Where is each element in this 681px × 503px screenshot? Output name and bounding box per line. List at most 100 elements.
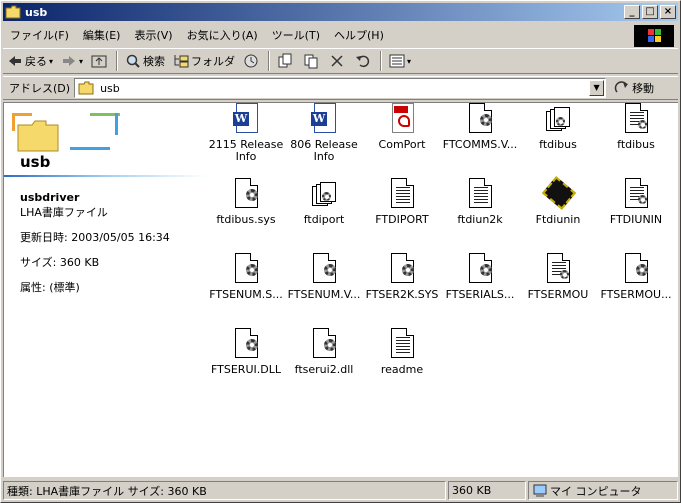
search-button[interactable]: 検索 xyxy=(121,50,169,72)
undo-icon xyxy=(355,53,371,69)
folder-view: usb usbdriver LHA書庫ファイル 更新日時: 2003/05/05… xyxy=(3,102,678,477)
undo-button[interactable] xyxy=(351,50,377,72)
web-view-panel: usb usbdriver LHA書庫ファイル 更新日時: 2003/05/05… xyxy=(4,103,207,477)
file-item[interactable]: ftdibus xyxy=(597,103,675,151)
file-item[interactable]: W 806 Release Info xyxy=(285,103,363,163)
menu-tools[interactable]: ツール(T) xyxy=(265,27,327,43)
folder-icon xyxy=(78,80,94,96)
file-grid: W 2115 Release Info W 806 Release Info ComPo… xyxy=(207,103,678,477)
toolbar-separator xyxy=(116,51,119,71)
file-item[interactable]: ftdibus xyxy=(519,103,597,151)
go-label: 移動 xyxy=(632,82,655,95)
search-icon xyxy=(125,53,141,69)
file-label: 806 Release Info xyxy=(290,139,358,163)
file-item[interactable]: FTSENUM.V... xyxy=(285,253,363,301)
windows-logo xyxy=(634,25,674,47)
system-file-icon xyxy=(386,253,418,285)
system-file-icon xyxy=(308,328,340,360)
explorer-window: usb _ □ × ファイル(F) 編集(E) 表示(V) お気に入り(A) ツ… xyxy=(0,0,681,503)
system-file-icon xyxy=(620,253,652,285)
copy-to-button[interactable] xyxy=(299,50,325,72)
menu-edit[interactable]: 編集(E) xyxy=(76,27,128,43)
file-item[interactable]: FTSERUI.DLL xyxy=(207,328,285,376)
go-button[interactable]: 移動 xyxy=(614,80,654,96)
file-item[interactable]: FTDIPORT xyxy=(363,178,441,226)
folders-button[interactable]: フォルダ xyxy=(169,50,239,72)
file-item[interactable]: ComPort xyxy=(363,103,441,151)
up-folder-icon xyxy=(91,53,107,69)
file-item[interactable]: FTSERIALS... xyxy=(441,253,519,301)
close-button[interactable]: × xyxy=(660,5,676,19)
address-bar: アドレス(D) usb ▼ 移動 xyxy=(3,76,678,100)
folders-icon xyxy=(173,53,189,69)
word-doc-icon: W xyxy=(230,103,262,135)
menu-favorites[interactable]: お気に入り(A) xyxy=(180,27,265,43)
file-item[interactable]: FTSER2K.SYS xyxy=(363,253,441,301)
file-label: Ftdiunin xyxy=(535,214,581,226)
selected-item-type: LHA書庫ファイル xyxy=(20,206,108,219)
status-zone-label: マイ コンピュータ xyxy=(550,484,642,498)
forward-button[interactable]: ▾ xyxy=(57,50,87,72)
system-file-icon xyxy=(308,253,340,285)
toolbar-separator xyxy=(380,51,383,71)
file-label: ftdiport xyxy=(303,214,345,226)
panel-folder-title: usb xyxy=(20,153,51,171)
menu-bar: ファイル(F) 編集(E) 表示(V) お気に入り(A) ツール(T) ヘルプ(… xyxy=(3,25,630,45)
pdf-icon xyxy=(386,103,418,135)
panel-divider xyxy=(4,175,207,177)
address-input[interactable]: usb ▼ xyxy=(74,78,607,98)
text-file-icon xyxy=(386,328,418,360)
file-label: ftdiun2k xyxy=(457,214,503,226)
file-item[interactable]: ftdiun2k xyxy=(441,178,519,226)
selected-item-name: usbdriver xyxy=(20,191,80,204)
address-value: usb xyxy=(100,81,120,95)
file-label: ComPort xyxy=(378,139,426,151)
history-button[interactable] xyxy=(239,50,265,72)
file-label: 2115 Release Info xyxy=(208,139,284,163)
views-button[interactable]: ▾ xyxy=(385,50,415,72)
back-label: 戻る xyxy=(25,55,47,68)
file-label: FTDIUNIN xyxy=(609,214,663,226)
file-label: FTSERMOU xyxy=(527,289,589,301)
title-bar[interactable]: usb _ □ × xyxy=(3,3,678,21)
file-item[interactable]: FTCOMMS.V... xyxy=(441,103,519,151)
menu-help[interactable]: ヘルプ(H) xyxy=(327,27,391,43)
back-button[interactable]: 戻る ▾ xyxy=(3,50,57,72)
history-icon xyxy=(243,53,259,69)
file-label: FTSERMOU... xyxy=(600,289,672,301)
config-file-icon xyxy=(620,178,652,210)
file-item[interactable]: FTSERMOU... xyxy=(597,253,675,301)
config-file-icon xyxy=(542,253,574,285)
file-label: FTDIPORT xyxy=(375,214,429,226)
chip-icon xyxy=(541,176,577,210)
file-item[interactable]: Ftdiunin xyxy=(519,176,597,226)
selected-item-modified: 更新日時: 2003/05/05 16:34 xyxy=(20,231,170,244)
delete-button[interactable] xyxy=(325,50,351,72)
file-label: FTSENUM.V... xyxy=(287,289,361,301)
file-item[interactable]: readme xyxy=(363,328,441,376)
file-label: readme xyxy=(380,364,424,376)
file-item[interactable]: ftserui2.dll xyxy=(285,328,363,376)
file-item[interactable]: FTDIUNIN xyxy=(597,178,675,226)
file-item[interactable]: ftdiport xyxy=(285,178,363,226)
forward-arrow-icon xyxy=(61,53,77,69)
views-icon xyxy=(389,53,405,69)
minimize-button[interactable]: _ xyxy=(624,5,640,19)
file-label: ftdibus xyxy=(617,139,655,151)
file-item[interactable]: W 2115 Release Info xyxy=(207,103,285,163)
move-to-button[interactable] xyxy=(273,50,299,72)
maximize-button[interactable]: □ xyxy=(642,5,658,19)
move-to-icon xyxy=(277,53,293,69)
file-item[interactable]: FTSERMOU xyxy=(519,253,597,301)
menu-view[interactable]: 表示(V) xyxy=(127,27,179,43)
address-dropdown-button[interactable]: ▼ xyxy=(589,80,605,96)
address-label: アドレス(D) xyxy=(9,82,71,95)
computer-icon xyxy=(532,483,548,499)
standard-toolbar: 戻る ▾ ▾ 検索 フォルダ ▾ xyxy=(3,48,678,74)
file-item[interactable]: ftdibus.sys xyxy=(207,178,285,226)
setup-stack-icon xyxy=(542,103,574,135)
file-item[interactable]: FTSENUM.S... xyxy=(207,253,285,301)
menu-file[interactable]: ファイル(F) xyxy=(3,27,76,43)
up-folder-button[interactable] xyxy=(87,50,113,72)
text-file-icon xyxy=(386,178,418,210)
